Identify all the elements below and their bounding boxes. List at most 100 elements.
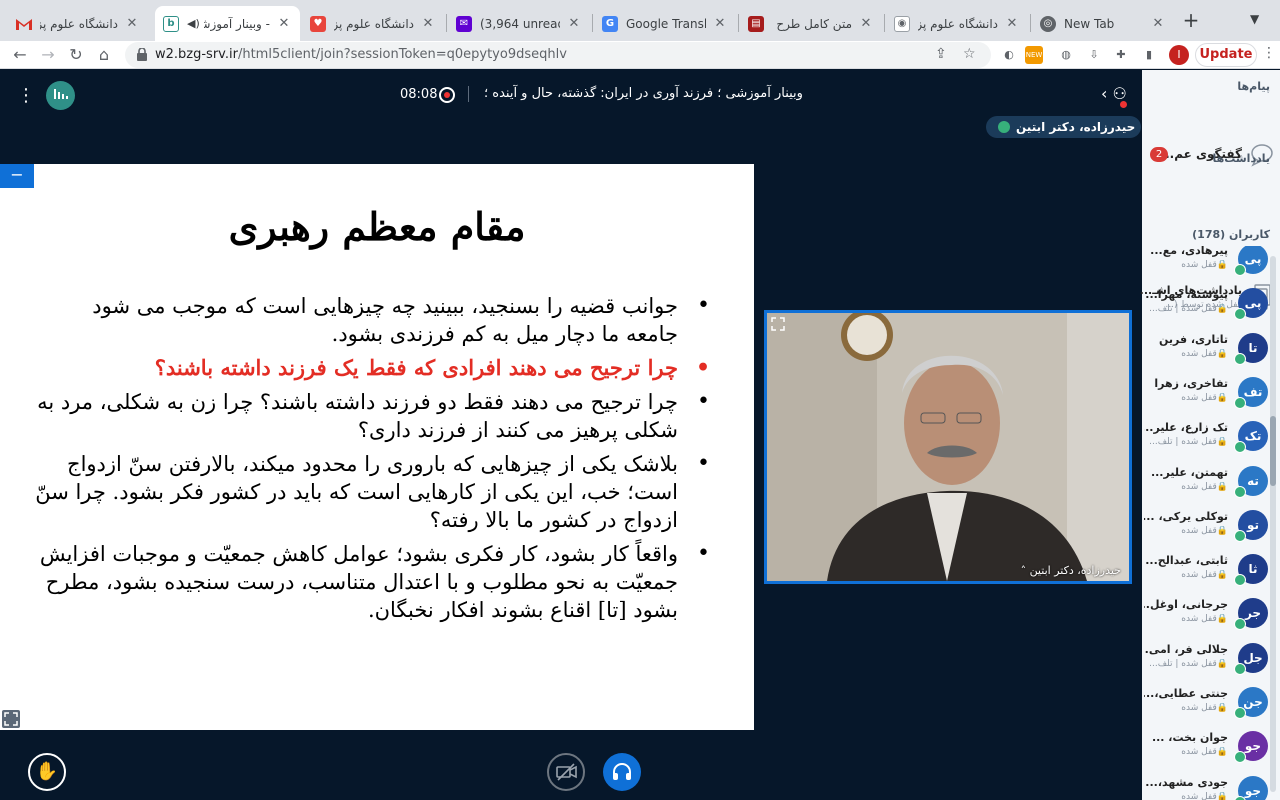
close-tab-icon[interactable]: ✕ xyxy=(1004,16,1020,31)
notes-heading: یادداشت‌ها xyxy=(1212,152,1270,165)
close-tab-icon[interactable]: ✕ xyxy=(858,16,874,31)
back-button[interactable]: ← xyxy=(8,43,32,67)
user-list-item[interactable]: پی پیوسته، مهرا... 🔒قفل شده | تلف... xyxy=(1142,284,1270,328)
divider xyxy=(468,86,469,102)
webcam-video[interactable]: حیدرزاده، دکتر ابتین ˄ xyxy=(764,310,1132,584)
user-list-item[interactable]: تو توکلی یرکی، ... 🔒قفل شده xyxy=(1142,506,1270,550)
user-status-text: قفل شده | تلف... xyxy=(1149,304,1217,315)
microphone-icon xyxy=(998,121,1010,133)
slide-title: مقام معظم رهبری xyxy=(228,204,526,249)
public-chat-item[interactable]: گفتگوی عم... 2 xyxy=(1142,104,1280,167)
fullscreen-icon[interactable] xyxy=(2,710,20,728)
tab-7[interactable]: ◉ دانشگاه علوم پزشکی ✕ xyxy=(886,6,1028,41)
user-list-item[interactable]: جو جوان بخت، ... 🔒قفل شده xyxy=(1142,727,1270,771)
user-name: جرجانی، اوغل... xyxy=(1144,598,1228,612)
user-list-item[interactable]: پی پیرهادی، مع... 🔒قفل شده xyxy=(1142,246,1270,284)
user-list-item[interactable]: ته تهمتن، علیر... 🔒قفل شده xyxy=(1142,462,1270,506)
download-extension-icon[interactable]: ⇩ xyxy=(1085,46,1103,64)
close-tab-icon[interactable]: ✕ xyxy=(420,16,436,31)
bookmark-star-icon[interactable]: ☆ xyxy=(963,46,976,62)
user-name: توکلی یرکی، ... xyxy=(1144,509,1228,523)
extension-new-icon[interactable]: NEW xyxy=(1025,46,1043,64)
tab-3[interactable]: ♥ دانشگاه علوم پزشکی ✕ xyxy=(302,6,444,41)
user-status-text: قفل شده xyxy=(1181,703,1217,713)
url-path: /html5client/join?sessionToken=q0epytyo9… xyxy=(237,47,567,62)
user-status: 🔒قفل شده | تلف... xyxy=(1144,659,1228,669)
close-tab-icon[interactable]: ✕ xyxy=(712,16,728,31)
user-list-item[interactable]: تف تفاخری، زهرا 🔒قفل شده xyxy=(1142,373,1270,417)
user-list-item[interactable]: تا تاتاری، فرین 🔒قفل شده xyxy=(1142,329,1270,373)
bigbluebutton-icon: b xyxy=(163,15,179,32)
close-tab-icon[interactable]: ✕ xyxy=(124,16,140,31)
user-status-text: قفل شده xyxy=(1181,614,1217,625)
tab-title: دانشگاه علوم پزشکی xyxy=(918,16,998,31)
options-menu-icon[interactable]: ⋮ xyxy=(16,84,36,108)
slide-bullet-list: جوانب قضیه را بسنجید، ببینید چه چیزهایی … xyxy=(34,292,724,630)
forward-button[interactable]: → xyxy=(36,43,60,67)
tab-2[interactable]: b ◀) - وبینار آموزشی ✕ xyxy=(155,6,300,41)
tab-5[interactable]: G Google Translate ✕ xyxy=(594,6,736,41)
speaker-icon[interactable]: ◀) xyxy=(187,17,200,30)
user-list-item[interactable]: جر جرجانی، اوغل... 🔒قفل شده xyxy=(1142,594,1270,638)
user-status: 🔒قفل شده xyxy=(1144,482,1228,492)
notification-dot xyxy=(1120,101,1127,108)
sidepanel-icon[interactable]: ▮ xyxy=(1140,46,1158,64)
scrollbar-thumb[interactable] xyxy=(1270,416,1276,486)
user-list-item[interactable]: جن جنتی عطایی،... 🔒قفل شده xyxy=(1142,683,1270,727)
tab-4[interactable]: ✉ (3,964 unread) - ✕ xyxy=(448,6,590,41)
user-list-item[interactable]: جو جودی مشهد،... 🔒قفل شده xyxy=(1142,772,1270,800)
share-icon[interactable]: ⇪ xyxy=(935,46,947,62)
user-status-text: قفل شده xyxy=(1181,348,1217,359)
extension-icon[interactable]: ◍ xyxy=(1057,46,1075,64)
user-status: 🔒قفل شده xyxy=(1144,703,1228,713)
puzzle-icon[interactable]: ✚ xyxy=(1112,46,1130,64)
tab-6[interactable]: ▤ متن کامل طرح جامع ✕ xyxy=(740,6,882,41)
address-bar[interactable]: w2.bzg-srv.ir/html5client/join?sessionTo… xyxy=(125,42,991,68)
microphone-icon xyxy=(1234,529,1246,542)
audio-headphones-button[interactable] xyxy=(603,753,641,791)
user-list-item[interactable]: ثا ثابتی، عبدالح... 🔒قفل شده xyxy=(1142,550,1270,594)
tab-8[interactable]: ◎ New Tab ✕ xyxy=(1032,6,1174,41)
user-list-item[interactable]: جل جلالی فر، امی... 🔒قفل شده | تلف... xyxy=(1142,639,1270,683)
translate-icon: G xyxy=(602,15,618,32)
university-icon: ◉ xyxy=(894,15,910,32)
new-tab-button[interactable]: + xyxy=(1180,10,1202,32)
sidebar-scrollbar[interactable] xyxy=(1270,256,1276,792)
tab-search-chevron-icon[interactable]: ▼ xyxy=(1250,12,1259,26)
tab-1[interactable]: دانشگاه علوم پزشکی ✕ xyxy=(8,6,148,41)
url-text[interactable]: w2.bzg-srv.ir/html5client/join?sessionTo… xyxy=(155,47,567,62)
extension-icon[interactable]: ◐ xyxy=(1000,46,1018,64)
close-tab-icon[interactable]: ✕ xyxy=(276,16,292,31)
messages-heading: پیام‌ها xyxy=(1237,80,1270,93)
user-list-item[interactable]: تک تک زارع، علیر... 🔒قفل شده | تلف... xyxy=(1142,417,1270,461)
lock-icon: 🔒 xyxy=(1216,747,1228,758)
close-tab-icon[interactable]: ✕ xyxy=(566,16,582,31)
video-off-button[interactable] xyxy=(547,753,585,791)
raise-hand-button[interactable]: ✋ xyxy=(28,753,66,791)
profile-avatar[interactable]: I xyxy=(1169,45,1189,65)
lock-icon: 🔒 xyxy=(1216,260,1228,270)
record-indicator-icon[interactable] xyxy=(439,87,455,103)
minimize-presentation-button[interactable]: − xyxy=(0,164,34,188)
browser-tab-strip: دانشگاه علوم پزشکی ✕ b ◀) - وبینار آموزش… xyxy=(0,0,1280,41)
user-status-text: قفل شده xyxy=(1181,525,1217,536)
slide-bullet-highlight: چرا ترجیح می دهند افرادی که فقط یک فرزند… xyxy=(34,354,724,382)
close-tab-icon[interactable]: ✕ xyxy=(1150,16,1166,31)
connection-stats-icon[interactable] xyxy=(46,81,75,110)
slide-bullet: واقعاً کار بشود، کار فکری بشود؛ عوامل کا… xyxy=(34,540,724,624)
meeting-title: وبینار آموزشی ؛ فرزند آوری در ایران: گذش… xyxy=(484,86,803,101)
user-status-text: قفل شده xyxy=(1181,747,1217,758)
lock-icon[interactable] xyxy=(137,48,147,61)
home-button[interactable]: ⌂ xyxy=(92,43,116,67)
microphone-icon xyxy=(1234,308,1246,321)
expand-video-icon[interactable] xyxy=(771,317,785,331)
shared-notes-item[interactable]: یادداشت‌های اشـ... قفل شده توسط (... xyxy=(1140,174,1280,310)
tab-title: (3,964 unread) - xyxy=(480,16,560,31)
microphone-icon xyxy=(1234,662,1246,675)
update-button[interactable]: Update xyxy=(1195,43,1257,67)
user-name: ثابتی، عبدالح... xyxy=(1145,554,1228,568)
document-icon: ▤ xyxy=(748,15,764,32)
browser-menu-icon[interactable]: ⋮ xyxy=(1262,45,1276,61)
user-list: پی پیرهادی، مع... 🔒قفل شده پی پیوسته، مهرا..… xyxy=(1142,246,1280,800)
reload-button[interactable]: ↻ xyxy=(64,43,88,67)
